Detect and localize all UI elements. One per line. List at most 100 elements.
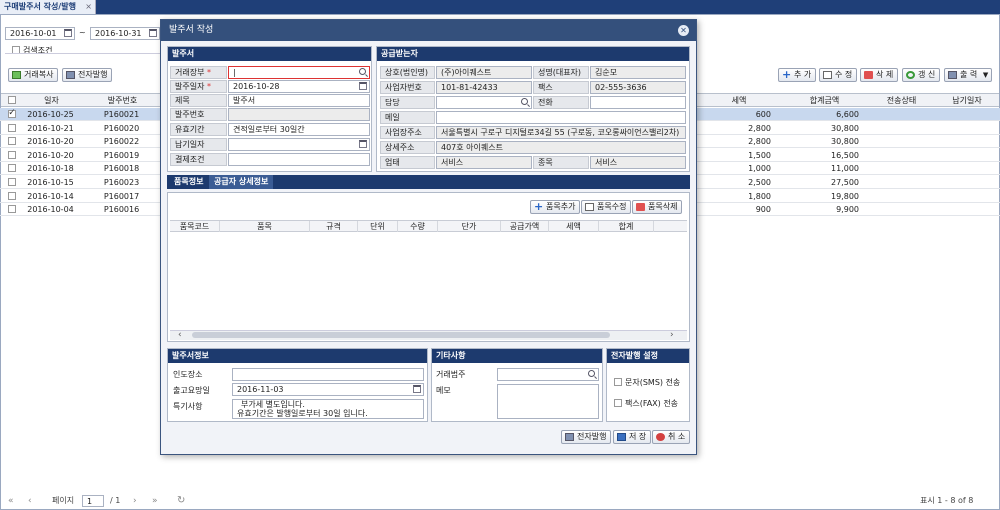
cell-total: 27,500 [831, 178, 859, 187]
first-page-icon[interactable]: « [8, 495, 14, 507]
cell-date: 2016-10-20 [27, 150, 74, 160]
next-page-icon[interactable]: › [133, 495, 137, 507]
col-tax[interactable]: 세액 [698, 94, 780, 107]
refresh-button[interactable]: 갱 신 [902, 68, 941, 82]
epub-panel: 전자발행 설정 문자(SMS) 전송 팩스(FAX) 전송 [606, 348, 690, 422]
tab-close-icon[interactable]: × [85, 0, 92, 14]
col-total[interactable]: 합계금액 [781, 94, 868, 107]
search-icon[interactable] [588, 370, 595, 377]
client-value: | [233, 68, 236, 77]
col-price[interactable]: 단가 [438, 221, 501, 232]
close-icon[interactable]: ✕ [678, 25, 689, 36]
category-input[interactable] [497, 368, 599, 381]
item-edit-label: 품목수정 [597, 202, 627, 211]
client-input[interactable]: | [228, 66, 370, 79]
row-checkbox[interactable] [8, 137, 16, 146]
col-supply[interactable]: 공급가액 [501, 221, 549, 232]
copy-button[interactable]: 거래복사 [8, 68, 59, 82]
manager-label: 담당 [380, 96, 435, 109]
col-item-total[interactable]: 합계 [599, 221, 654, 232]
cell-date: 2016-10-18 [27, 164, 74, 174]
chevron-down-icon[interactable]: ▼ [983, 69, 988, 81]
title-input[interactable]: 발주서 [228, 94, 370, 107]
add-button[interactable]: + 추 가 [778, 68, 817, 82]
cell-total: 19,800 [831, 191, 859, 201]
print-label: 출 력 [960, 70, 978, 79]
select-all-checkbox[interactable] [8, 96, 16, 104]
col-spec[interactable]: 규격 [310, 221, 358, 232]
col-po-number[interactable]: 발주번호 [84, 94, 161, 107]
po-date-input[interactable]: 2016-10-28 [228, 80, 370, 93]
dialog-epublish-button[interactable]: 전자발행 [561, 430, 612, 444]
search-icon[interactable] [359, 68, 366, 75]
ship-value: 2016-11-03 [237, 385, 284, 394]
row-checkbox[interactable] [8, 164, 16, 173]
manager-input[interactable] [436, 96, 532, 109]
col-item-code[interactable]: 품목코드 [170, 221, 220, 232]
col-qty[interactable]: 수량 [398, 221, 438, 232]
col-date[interactable]: 일자 [19, 94, 84, 107]
item-delete-button[interactable]: 품목삭제 [632, 200, 683, 214]
calendar-icon[interactable] [64, 29, 72, 37]
ship-label: 출고요망일 [173, 386, 210, 395]
place-input[interactable] [232, 368, 424, 381]
save-button[interactable]: 저 장 [613, 430, 652, 444]
tab-purchase-order[interactable]: 구매발주서 작성/발행 × [0, 0, 96, 14]
ship-input[interactable]: 2016-11-03 [232, 383, 424, 396]
search-icon[interactable] [521, 98, 528, 105]
prev-page-icon[interactable]: ‹ [28, 495, 32, 507]
due-input[interactable] [228, 138, 370, 151]
row-checkbox[interactable] [8, 150, 16, 159]
col-item-tax[interactable]: 세액 [549, 221, 599, 232]
bizno-label: 사업자번호 [380, 81, 435, 94]
memo-textarea[interactable] [497, 384, 599, 419]
tab-supplier-detail[interactable]: 공급자 상세정보 [209, 175, 274, 189]
row-checkbox[interactable] [8, 123, 16, 132]
row-checkbox[interactable] [8, 191, 16, 200]
date-tilde: ~ [79, 28, 86, 37]
item-add-button[interactable]: + 품목추가 [530, 200, 581, 214]
fax-checkbox[interactable] [614, 399, 622, 407]
phone-input[interactable] [590, 96, 686, 109]
calendar-icon[interactable] [359, 140, 367, 148]
scroll-right-icon[interactable]: › [670, 330, 674, 340]
page-input[interactable]: 1 [82, 495, 104, 507]
ceo-value: 김순모 [595, 68, 618, 77]
col-due-date[interactable]: 납기일자 [935, 94, 999, 107]
memo-label: 메모 [436, 386, 451, 395]
calendar-icon[interactable] [413, 385, 421, 393]
date-to-input[interactable]: 2016-10-31 [90, 27, 160, 40]
row-checkbox[interactable] [8, 205, 16, 214]
edit-label: 수 정 [835, 70, 853, 79]
supplier-panel-title: 공급받는자 [377, 47, 689, 61]
print-button[interactable]: 출 력 ▼ [944, 68, 993, 82]
email-input[interactable] [436, 111, 686, 124]
print-icon [66, 71, 75, 79]
tab-item-info[interactable]: 품목정보 [169, 175, 209, 189]
company-value: (주)아이퀘스트 [441, 68, 492, 77]
supplier-panel: 공급받는자 상호(법인명) (주)아이퀘스트 성명(대표자) 김순모 사업자번호… [376, 46, 690, 172]
col-unit[interactable]: 단위 [358, 221, 398, 232]
epublish-list-button[interactable]: 전자발행 [62, 68, 113, 82]
cancel-button[interactable]: 취 소 [652, 430, 691, 444]
note-textarea[interactable]: 부가세 별도입니다. 유효기간은 발행일로부터 30일 입니다. [232, 399, 424, 419]
calendar-icon[interactable] [359, 82, 367, 90]
edit-button[interactable]: 수 정 [819, 68, 858, 82]
horizontal-scrollbar[interactable]: ‹ › [170, 330, 687, 340]
col-item-name[interactable]: 품목 [220, 221, 310, 232]
row-checkbox[interactable] [8, 178, 16, 186]
calendar-icon[interactable] [149, 29, 157, 37]
date-from-input[interactable]: 2016-10-01 [5, 27, 75, 40]
sms-checkbox[interactable] [614, 378, 622, 386]
delete-button[interactable]: 삭 제 [860, 68, 899, 82]
scroll-thumb[interactable] [192, 332, 610, 338]
item-edit-button[interactable]: 품목수정 [581, 200, 632, 214]
reload-icon[interactable]: ↻ [177, 495, 185, 507]
scroll-left-icon[interactable]: ‹ [178, 330, 182, 340]
valid-input[interactable]: 견적일로부터 30일간 [228, 123, 370, 136]
last-page-icon[interactable]: » [152, 495, 158, 507]
addr2-label: 상세주소 [380, 141, 435, 154]
col-send-status[interactable]: 전송상태 [868, 94, 935, 107]
po-panel-title: 발주서 [168, 47, 371, 61]
pay-input[interactable] [228, 153, 370, 166]
